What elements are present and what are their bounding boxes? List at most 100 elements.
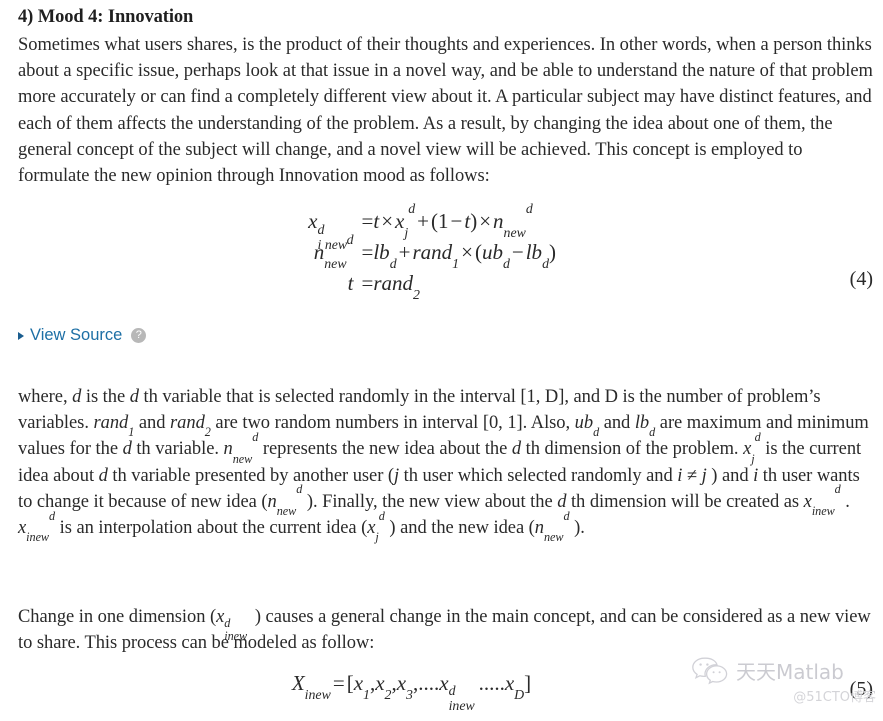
x-sub-inew-3: inew (224, 628, 248, 643)
view-source-bar[interactable]: View Source ? (18, 326, 147, 345)
token-minus2: − (511, 240, 524, 264)
seg-13: th user which selected randomly and (399, 465, 678, 486)
where-paragraph: where, d is the d th variable that is se… (18, 384, 878, 545)
var-n-new-3: nnew d (535, 509, 570, 543)
equation-4-number: (4) (849, 268, 873, 290)
seg-5: are two random numbers in interval [0, 1… (210, 413, 575, 434)
x-sub-j-2: j (375, 530, 379, 545)
equation-5-body: Xinew=[x1,x2,x3,....x d inew .....xD] (0, 668, 883, 713)
seg-4: and (134, 413, 171, 434)
n-sup-2: d (296, 482, 303, 497)
seg-21: ). (569, 518, 585, 539)
equation-4-line-3-lhs: t (192, 268, 362, 299)
var-ub-d: ubd (574, 413, 600, 438)
triangle-right-icon[interactable] (18, 331, 24, 340)
token-sup-d3: d (525, 200, 533, 216)
var-lb-d: lbd (634, 413, 655, 438)
eq5-x1-sub: 1 (363, 687, 370, 703)
var-rand-2: rand2 (170, 413, 211, 438)
rand-sub-2: 2 (204, 425, 211, 440)
rand-sub-1: 1 (128, 425, 135, 440)
token-lb2: lb (525, 240, 543, 264)
view-source-link[interactable]: View Source (30, 326, 122, 345)
token-t3: t (347, 271, 354, 295)
seg-1: where, (18, 387, 73, 407)
equation-4-line-2-rhs: =lbd+rand1×(ubd−lbd) (361, 237, 692, 272)
n-base-1: n (223, 439, 233, 460)
var-rand-1: rand1 (93, 413, 134, 438)
seg-17: th dimension will be created as (566, 491, 804, 512)
x-sub-j-1: j (751, 451, 755, 466)
x-sup-d-3: d (49, 508, 56, 523)
equation-4-rows: xdi new =t×xjd+(1−t)×nnewd nnewd =lbd+ra… (0, 201, 883, 301)
seg-20: ) and the new idea ( (384, 518, 535, 539)
n-sup-1: d (252, 429, 259, 444)
eq5-x1: x (353, 671, 364, 695)
var-x-inew-3: x d inew (216, 607, 250, 643)
token-sub-1: 1 (452, 256, 460, 272)
intro-paragraph: Sometimes what users shares, is the prod… (18, 35, 873, 187)
page-title: 4) Mood 4: Innovation (18, 7, 194, 27)
token-lb: lb (373, 240, 390, 264)
eq5-xd-sub: inew (448, 698, 475, 714)
token-times: × (381, 209, 394, 233)
x-sup-d-1: d (754, 429, 761, 444)
x-base-5: x (216, 607, 225, 627)
eq5-xD-sub: D (514, 687, 525, 703)
rand-base-2: rand (170, 413, 205, 434)
eq5-xD: x (504, 671, 515, 695)
lb-base: lb (634, 413, 650, 434)
var-n-new-2: nnew d (267, 483, 302, 517)
seg-6: and (599, 413, 635, 434)
token-rand2: rand (373, 271, 414, 295)
where-paragraph-block: where, d is the d th variable that is se… (18, 384, 878, 545)
equation-4-line-3-rhs: =rand2 (361, 268, 692, 301)
help-question-icon[interactable]: ? (131, 328, 147, 343)
var-d-1: d (72, 387, 82, 407)
eq5-X: X (291, 671, 305, 695)
eq5-sub-inew: inew (304, 687, 331, 703)
document-page: 4) Mood 4: Innovation Sometimes what use… (0, 0, 883, 718)
token-paren-open: ( (431, 209, 438, 233)
seg-19: is an interpolation about the current id… (55, 518, 368, 539)
change-paragraph: Change in one dimension (x d inew ) causes… (18, 604, 878, 656)
equation-4-line-1: xdi new =t×xjd+(1−t)×nnewd (0, 201, 883, 252)
token-minus: − (450, 209, 463, 233)
token-one: 1 (438, 209, 449, 233)
token-paren-open2: ( (474, 240, 482, 264)
token-equals3: = (361, 271, 374, 295)
token-equals: = (361, 209, 374, 233)
eq5-x2: x (375, 671, 385, 695)
seg-9: represents the new idea about the (258, 439, 512, 460)
token-sub-new: new (503, 225, 526, 241)
eq5-xd: x (439, 671, 449, 695)
var-x-inew-2: xinew d (18, 509, 55, 543)
seg-10: th dimension of the problem. (521, 439, 744, 460)
change-seg-1: Change in one dimension ( (18, 607, 217, 627)
token-sup-d2: d (408, 200, 416, 216)
token-sub-j: j (404, 225, 409, 241)
seg-12: th variable presented by another user ( (107, 465, 395, 486)
x-base-2: x (803, 491, 812, 512)
equation-5-block: Xinew=[x1,x2,x3,....x d inew .....xD] (5) (0, 668, 883, 713)
token-ub: ub (481, 240, 503, 264)
eq5-x3: x (396, 671, 407, 695)
n-sup-3: d (563, 508, 570, 523)
var-d-2: d (129, 387, 139, 407)
token-times3: × (461, 240, 473, 264)
x-sup-d-2: d (834, 482, 841, 497)
token-n: n (493, 209, 504, 233)
eq5-bracket-open: [ (346, 671, 354, 695)
token-sub-d1: d (389, 256, 397, 272)
token-x: x (308, 209, 318, 233)
token-sub-d2: d (502, 256, 510, 272)
token-paren-close2: ) (549, 240, 556, 264)
var-d-5: d (98, 465, 108, 486)
ub-base: ub (574, 413, 594, 434)
equation-4-line-1-lhs: xdi new (192, 206, 362, 252)
equation-4-line-3: t =rand2 (0, 268, 883, 301)
var-x-inew-1: xinew d (803, 483, 841, 517)
token-equals2: = (361, 240, 374, 264)
equation-4-block: xdi new =t×xjd+(1−t)×nnewd nnewd =lbd+ra… (0, 201, 883, 306)
n-sub-2: new (276, 503, 297, 518)
